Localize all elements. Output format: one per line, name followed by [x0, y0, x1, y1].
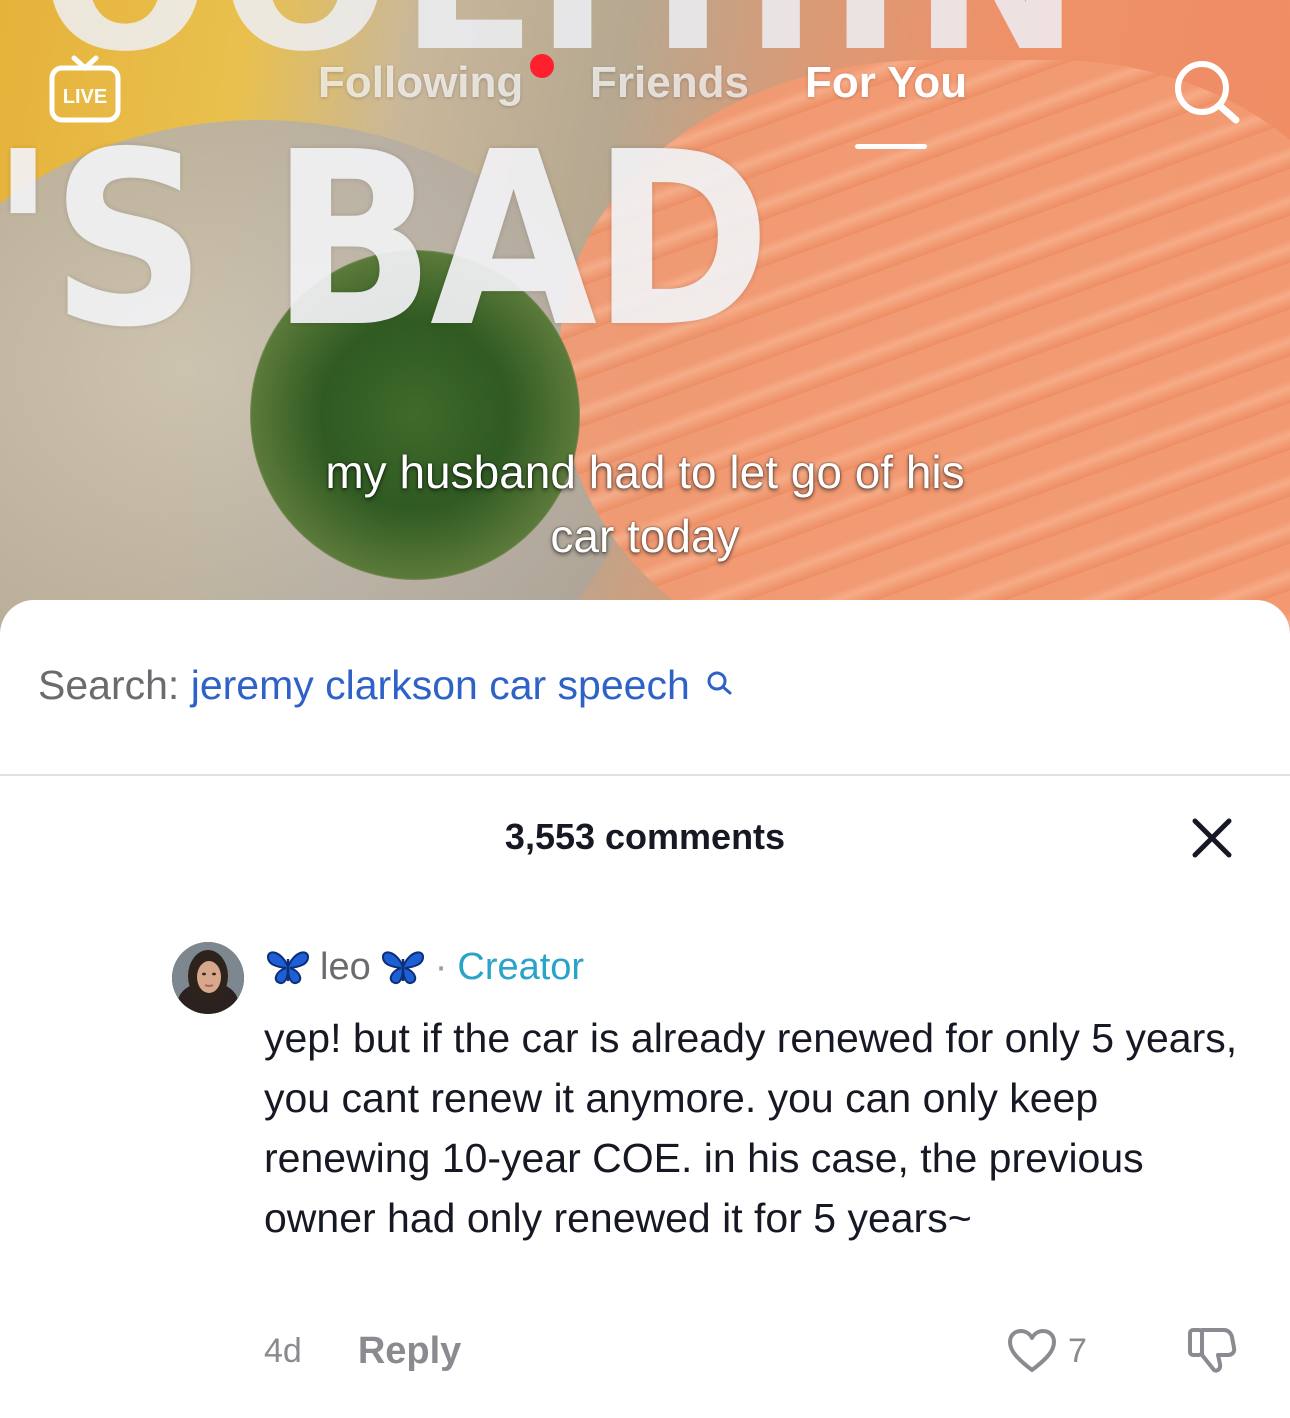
live-label: LIVE	[63, 86, 107, 108]
search-suggestion-query[interactable]: jeremy clarkson car speech	[191, 662, 690, 708]
butterfly-icon	[379, 947, 427, 987]
top-navigation: LIVE Following Friends For You	[0, 0, 1290, 170]
heart-icon[interactable]	[1006, 1328, 1058, 1374]
comment-author-name[interactable]: leo	[320, 946, 371, 989]
reply-button[interactable]: Reply	[358, 1330, 461, 1373]
close-icon[interactable]	[1190, 816, 1234, 860]
thumbs-down-icon[interactable]	[1186, 1324, 1238, 1376]
comment-author-row: leo · Creator	[264, 942, 584, 992]
like-count: 7	[1068, 1332, 1087, 1370]
tab-friends[interactable]: Friends	[590, 58, 749, 108]
separator-dot: ·	[434, 945, 448, 988]
comments-sheet: Search: jeremy clarkson car speech 3,553…	[0, 600, 1290, 1418]
search-icon[interactable]	[1170, 56, 1242, 128]
creator-badge: Creator	[457, 945, 585, 988]
video-caption: my husband had to let go of his car toda…	[325, 446, 965, 562]
divider	[0, 774, 1290, 776]
butterfly-icon	[264, 947, 312, 987]
comment-meta-row: 4d Reply	[264, 1326, 461, 1376]
active-tab-indicator	[855, 144, 927, 149]
tab-following[interactable]: Following	[318, 58, 523, 108]
notification-dot	[530, 54, 554, 78]
comment-text: yep! but if the car is already renewed f…	[264, 1015, 1238, 1241]
comments-count: 3,553 comments	[504, 816, 786, 857]
comment-timestamp: 4d	[264, 1331, 302, 1370]
live-icon[interactable]: LIVE	[48, 52, 122, 126]
search-suggestion-prefix: Search:	[38, 662, 180, 708]
tab-for-you[interactable]: For You	[805, 58, 967, 108]
search-suggestion-icon	[705, 660, 733, 707]
search-suggestion[interactable]: Search: jeremy clarkson car speech	[38, 662, 733, 709]
avatar[interactable]	[172, 942, 244, 1014]
